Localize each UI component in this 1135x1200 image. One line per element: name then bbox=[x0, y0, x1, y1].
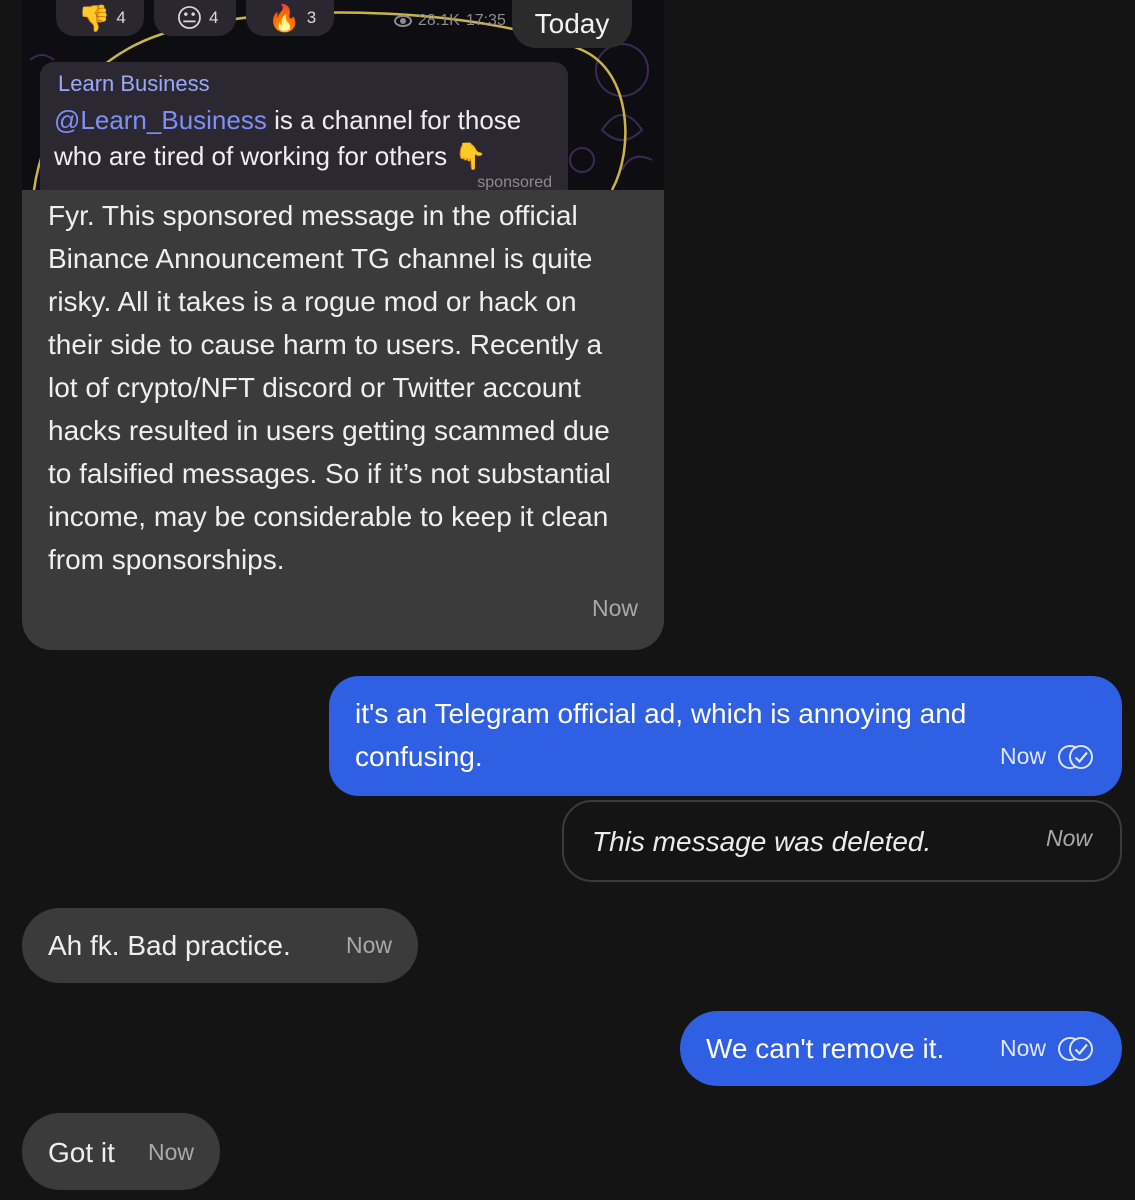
message-text: Fyr. This sponsored message in the offic… bbox=[48, 200, 611, 575]
reaction-count: 4 bbox=[208, 8, 219, 27]
message-bubble-deleted[interactable]: This message was deleted. Now bbox=[562, 800, 1122, 882]
sponsored-ad-card[interactable]: Learn Business @Learn_Business is a chan… bbox=[40, 62, 568, 190]
message-bubble-incoming[interactable]: Got it Now bbox=[22, 1113, 220, 1190]
message-time: Now bbox=[1045, 825, 1092, 851]
double-check-icon bbox=[1058, 1036, 1093, 1061]
view-count: 28.1K bbox=[418, 12, 460, 29]
reaction-fire[interactable]: 🔥 3 bbox=[246, 0, 335, 36]
message-time: Now bbox=[591, 595, 638, 621]
message-meta: Now bbox=[148, 1131, 194, 1174]
message-bubble-outgoing[interactable]: We can't remove it. Now bbox=[680, 1011, 1122, 1086]
message-time: Now bbox=[999, 1035, 1046, 1061]
ad-sender-name: Learn Business bbox=[58, 71, 210, 96]
deleted-message-text: This message was deleted. bbox=[592, 826, 932, 857]
message-bubble-outgoing[interactable]: it's an Telegram official ad, which is a… bbox=[329, 676, 1122, 796]
message-meta: Now bbox=[346, 924, 392, 967]
message-text: it's an Telegram official ad, which is a… bbox=[355, 698, 967, 772]
message-meta: Now bbox=[1000, 1027, 1096, 1070]
message-meta: Now bbox=[1000, 735, 1096, 778]
message-time: Now bbox=[999, 743, 1046, 769]
message-meta: Now bbox=[1046, 817, 1092, 860]
post-view-stats: 28.1K 17:35 bbox=[394, 12, 506, 30]
message-bubble-incoming[interactable]: Ah fk. Bad practice. Now bbox=[22, 908, 418, 983]
message-bubble-incoming[interactable]: Fyr. This sponsored message in the offic… bbox=[22, 190, 664, 650]
message-time: Now bbox=[147, 1139, 194, 1165]
reaction-bar: 👎 4 😐 4 🔥 3 bbox=[56, 0, 335, 36]
ad-channel-mention-link[interactable]: @Learn_Business bbox=[54, 105, 267, 135]
message-time: Now bbox=[345, 932, 392, 958]
double-check-icon bbox=[1058, 744, 1093, 769]
message-text: Ah fk. Bad practice. bbox=[48, 930, 291, 961]
ad-text: @Learn_Business is a channel for those w… bbox=[54, 102, 554, 174]
fire-icon: 🔥 bbox=[268, 3, 301, 33]
reaction-thumbs-down[interactable]: 👎 4 bbox=[56, 0, 144, 36]
eye-icon bbox=[394, 15, 412, 27]
message-meta: Now bbox=[592, 587, 638, 630]
reaction-neutral-face[interactable]: 😐 4 bbox=[153, 0, 237, 36]
date-separator: Today bbox=[512, 0, 632, 48]
reaction-count: 4 bbox=[116, 8, 126, 27]
post-time: 17:35 bbox=[465, 12, 506, 29]
neutral-face-icon: 😐 bbox=[175, 3, 203, 33]
sponsored-label: sponsored bbox=[477, 174, 552, 190]
reaction-count: 3 bbox=[306, 8, 317, 27]
thumbs-down-icon: 👎 bbox=[78, 3, 111, 33]
